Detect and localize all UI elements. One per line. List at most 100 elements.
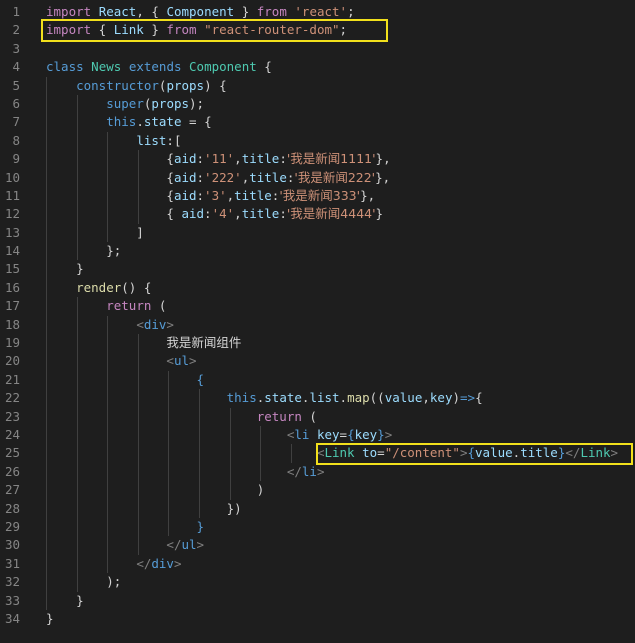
code-editor[interactable]: 1 2 3 4 5 6 7 8 9 10 11 12 13 14 15 16 17 18 19 20 21 22 23 24 2… [0, 0, 635, 643]
code-token: { [196, 371, 205, 387]
indent-guide [46, 94, 47, 114]
code-token: { [46, 187, 174, 203]
code-area[interactable]: import React, { Component } from 'react'… [46, 3, 635, 628]
indent-guide [46, 554, 47, 574]
indent-guide [137, 334, 139, 353]
code-line[interactable]: <div> [46, 315, 635, 335]
indent-guide [46, 131, 47, 151]
code-line[interactable]: this.state.list.map((value,key)=>{ [46, 389, 635, 408]
code-line[interactable]: {aid:'222',title:'我是新闻222'}, [46, 168, 635, 187]
code-line[interactable]: {aid:'11',title:'我是新闻1111'}, [46, 150, 635, 169]
indent-guide [107, 223, 109, 243]
code-line[interactable]: </ul> [46, 536, 635, 555]
code-token: </ [286, 463, 302, 479]
indent-guide [137, 150, 139, 169]
indent-guide [199, 462, 200, 482]
indent-guide [137, 186, 139, 206]
code-token: '我是新闻333' [279, 187, 361, 203]
code-token: > [459, 445, 468, 461]
code-line[interactable]: import React, { Component } from 'react'… [46, 3, 635, 21]
code-line[interactable]: ); [46, 573, 635, 592]
line-number: 15 [4, 261, 20, 277]
code-line[interactable]: { [46, 370, 635, 390]
indent-guide [199, 481, 200, 500]
code-token: import [46, 22, 92, 38]
code-token: aid [181, 206, 205, 222]
code-line[interactable]: list:[ [46, 131, 635, 151]
code-line[interactable]: class News extends Component { [46, 58, 635, 76]
code-line[interactable]: } [46, 517, 635, 537]
code-line[interactable]: }; [46, 242, 635, 261]
indent-guide [46, 352, 47, 371]
indent-guide [229, 444, 231, 463]
code-line[interactable]: <ul> [46, 352, 635, 371]
code-token: ; [347, 4, 355, 19]
code-line[interactable]: {aid:'3',title:'我是新闻333'}, [46, 186, 635, 206]
code-line[interactable]: constructor(props) { [46, 76, 635, 95]
code-token: (( [369, 390, 385, 406]
code-token: return [106, 298, 152, 314]
code-line[interactable]: ] [46, 223, 635, 243]
indent-guide [46, 186, 47, 206]
indent-guide [107, 370, 109, 390]
code-token: ) [46, 482, 265, 498]
code-token: }) [46, 500, 242, 516]
indent-guide [107, 517, 109, 537]
line-number: 27 [4, 482, 20, 498]
code-line[interactable]: super(props); [46, 94, 635, 114]
code-line[interactable]: { aid:'4',title:'我是新闻4444'} [46, 205, 635, 224]
code-token: aid [173, 151, 197, 167]
code-token: Link [580, 445, 611, 461]
code-token: }, [375, 169, 391, 185]
indent-guide [168, 370, 170, 390]
code-token: value [384, 390, 423, 406]
code-line[interactable]: } [46, 260, 635, 279]
indent-guide [46, 407, 47, 426]
code-line[interactable]: }) [46, 499, 635, 518]
code-line[interactable]: import { Link } from "react-router-dom"; [46, 21, 635, 39]
indent-guide [46, 297, 47, 316]
code-line[interactable]: <Link to="/content">{value.title}</Link> [46, 444, 635, 463]
indent-guide [107, 150, 109, 169]
indent-guide [76, 186, 78, 206]
indent-guide [76, 444, 78, 463]
indent-guide [46, 260, 47, 279]
code-line[interactable]: </div> [46, 554, 635, 574]
indent-guide [107, 205, 109, 224]
code-token: { [46, 169, 174, 185]
indent-guide [46, 223, 47, 243]
indent-guide [46, 462, 47, 482]
code-token: } [143, 22, 167, 38]
line-number: 31 [4, 555, 20, 571]
line-number-gutter: 1 2 3 4 5 6 7 8 9 10 11 12 13 14 15 16 17 18 19 20 21 22 23 24 2… [0, 3, 28, 628]
indent-guide [107, 186, 109, 206]
line-number: 7 [12, 114, 20, 130]
indent-guide [199, 425, 200, 445]
code-token: } [46, 261, 84, 277]
code-line[interactable] [46, 40, 635, 58]
indent-guide [137, 352, 139, 371]
indent-guide [199, 444, 200, 463]
code-token: props [151, 95, 190, 111]
indent-guide [76, 407, 78, 426]
code-token: , [422, 390, 430, 406]
code-line[interactable]: </li> [46, 462, 635, 482]
code-line[interactable]: ) [46, 481, 635, 500]
code-line[interactable]: } [46, 610, 635, 628]
code-line[interactable]: this.state = { [46, 113, 635, 132]
code-token: li [301, 463, 317, 479]
indent-guide [229, 462, 231, 482]
code-token: </ [166, 537, 182, 553]
code-line[interactable]: return ( [46, 407, 635, 426]
code-token: { [91, 22, 114, 38]
code-line[interactable]: return ( [46, 297, 635, 316]
code-line[interactable]: render() { [46, 278, 635, 298]
code-line[interactable]: <li key={key}> [46, 425, 635, 445]
code-line[interactable]: 我是新闻组件 [46, 334, 635, 353]
code-token: => [460, 390, 476, 406]
code-line[interactable]: } [46, 591, 635, 610]
